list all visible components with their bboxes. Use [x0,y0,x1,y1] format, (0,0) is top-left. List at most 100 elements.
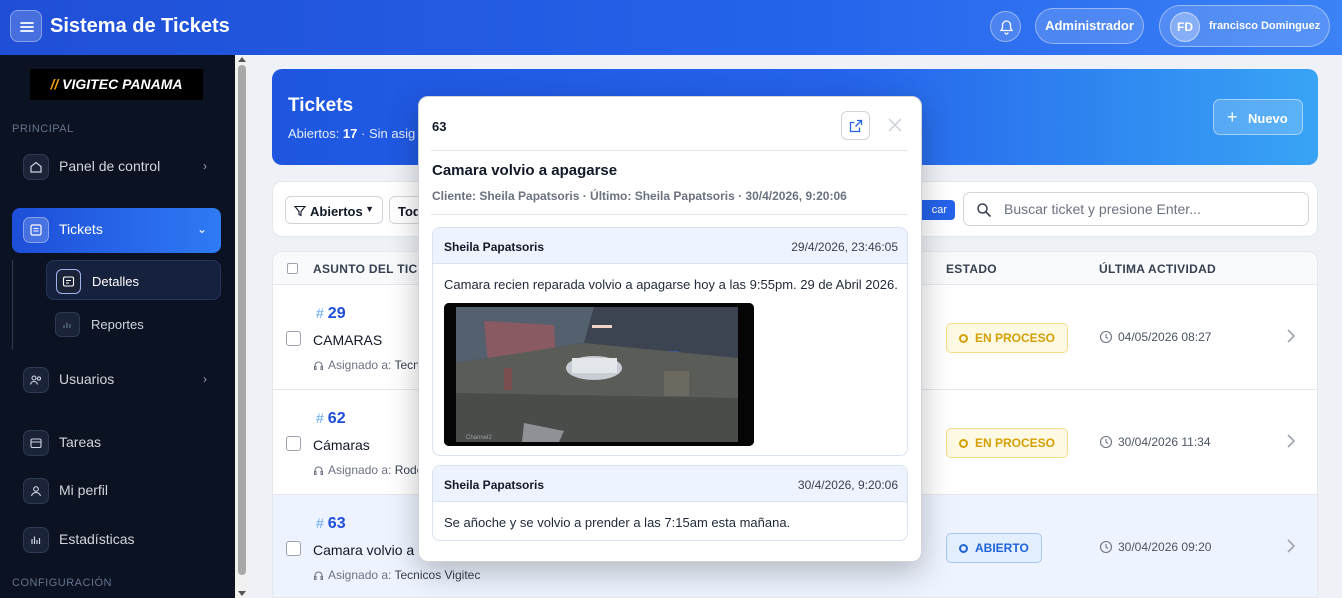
chevron-right-icon: › [203,372,207,386]
ticket-number[interactable]: #63 [316,515,346,533]
ticket-assignee: Asignado a: Tecni [313,358,423,372]
stats-icon [23,527,49,553]
sidebar-item-panel[interactable]: Panel de control › [12,145,221,190]
sidebar-item-label: Panel de control [59,158,161,174]
message-card: Sheila Papatsoris 29/4/2026, 23:46:05 Ca… [432,227,908,456]
users-icon [23,367,49,393]
sidebar-item-tickets[interactable]: Tickets ⌄ [12,208,221,253]
hamburger-icon [20,22,34,32]
message-header: Sheila Papatsoris 30/4/2026, 9:20:06 [433,466,907,502]
new-ticket-button[interactable]: + Nuevo [1213,99,1303,135]
filter-icon [294,205,306,217]
details-icon [56,269,81,294]
sidebar-subitem-label: Reportes [91,317,144,332]
sidebar-item-label: Tareas [59,434,102,450]
modal-ticket-meta: Cliente: Sheila Papatsoris · Último: She… [432,189,847,203]
message-author: Sheila Papatsoris [444,240,545,254]
column-header-activity[interactable]: ÚLTIMA ACTIVIDAD [1099,262,1216,276]
ticket-subject: CAMARAS [313,332,383,348]
status-filter-dropdown[interactable]: Abiertos ▼ [285,196,383,224]
search-input[interactable] [1004,199,1294,219]
scroll-thumb[interactable] [238,65,246,575]
sidebar-item-usuarios[interactable]: Usuarios › [12,358,221,403]
sidebar-subitem-detalles[interactable]: Detalles [46,260,221,300]
ticket-number[interactable]: #62 [316,410,346,428]
ticket-subject: Camara volvio a a [313,542,426,558]
caret-down-icon: ▼ [365,204,374,214]
chevron-right-icon[interactable] [1286,433,1296,449]
ticket-subject: Cámaras [313,437,370,453]
column-header-status[interactable]: ESTADO [946,262,997,276]
select-all-checkbox[interactable] [287,263,298,274]
close-modal-button[interactable] [884,114,906,136]
sidebar-subitem-reportes[interactable]: Reportes [46,304,221,344]
headset-icon [314,466,323,475]
tasks-icon [23,430,49,456]
ticket-assignee: Asignado a: Tecnicos Vigitec [313,568,480,582]
sidebar-scrollbar[interactable] [235,55,249,598]
modal-ticket-title: Camara volvio a apagarse [432,162,618,179]
message-timestamp: 29/4/2026, 23:46:05 [791,240,898,254]
status-badge: ABIERTO [946,533,1042,563]
external-link-icon [849,119,863,133]
search-field[interactable] [963,192,1309,226]
clock-icon [1099,540,1113,554]
sidebar-item-tareas[interactable]: Tareas [12,421,221,466]
scroll-up-arrow[interactable] [238,57,246,62]
sidebar-item-label: Estadísticas [59,531,135,547]
ticket-preview-modal: 63 Camara volvio a apagarse Cliente: She… [418,96,922,562]
sidebar-item-estadisticas[interactable]: Estadísticas [12,518,221,563]
ticket-number[interactable]: #29 [316,305,346,323]
row-checkbox[interactable] [286,436,301,451]
ticket-icon [23,217,49,243]
notifications-button[interactable] [990,11,1021,42]
last-activity: 04/05/2026 08:27 [1099,330,1211,344]
row-checkbox[interactable] [286,331,301,346]
scroll-down-arrow[interactable] [238,591,246,596]
section-label-config: CONFIGURACIÓN [12,577,112,589]
search-icon [977,203,991,217]
brand-logo: // VIGITEC PANAMA [30,69,203,100]
open-ticket-button[interactable] [841,111,870,140]
chevron-down-icon: ⌄ [196,222,207,236]
message-timestamp: 30/4/2026, 9:20:06 [797,478,898,492]
headset-icon [314,361,323,370]
row-checkbox[interactable] [286,541,301,556]
ticket-summary: Abiertos: 17 · Sin asig [288,126,416,141]
message-header: Sheila Papatsoris 29/4/2026, 23:46:05 [433,228,907,264]
plus-icon: + [1227,107,1238,127]
role-button[interactable]: Administrador [1035,8,1144,44]
user-icon [23,478,49,504]
page-title: Tickets [288,95,354,116]
user-menu-button[interactable]: FD francisco Dominguez [1159,5,1330,47]
clock-icon [1099,435,1113,449]
divider [431,214,908,215]
sidebar-item-label: Mi perfil [59,482,109,498]
reports-icon [55,312,80,337]
headset-icon [314,571,323,580]
last-activity: 30/04/2026 09:20 [1099,540,1211,554]
menu-toggle-button[interactable] [10,10,42,42]
message-body: Camara recien reparada volvio a apagarse… [444,277,898,292]
app-title: Sistema de Tickets [50,15,230,37]
message-body: Se añoche y se volvio a prender a las 7:… [444,515,791,530]
bell-icon [999,20,1014,35]
submenu-guide-line [12,260,13,350]
chevron-right-icon: › [203,159,207,173]
sidebar-item-label: Tickets [59,221,103,237]
message-author: Sheila Papatsoris [444,478,545,492]
message-card: Sheila Papatsoris 30/4/2026, 9:20:06 Se … [432,465,908,541]
sidebar: // VIGITEC PANAMA PRINCIPAL Panel de con… [0,55,235,598]
sidebar-item-perfil[interactable]: Mi perfil [12,469,221,514]
column-header-subject[interactable]: ASUNTO DEL TICK [313,262,426,276]
sidebar-subitem-label: Detalles [92,274,139,289]
sidebar-item-label: Usuarios [59,371,115,387]
last-activity: 30/04/2026 11:34 [1099,435,1211,449]
modal-ticket-id: 63 [432,119,447,134]
chevron-right-icon[interactable] [1286,328,1296,344]
chevron-right-icon[interactable] [1286,538,1296,554]
status-badge: EN PROCESO [946,323,1069,353]
section-label-principal: PRINCIPAL [12,123,74,135]
camera-snapshot-image[interactable]: Channel2 [444,303,754,446]
ticket-assignee: Asignado a: Rode [313,463,423,477]
